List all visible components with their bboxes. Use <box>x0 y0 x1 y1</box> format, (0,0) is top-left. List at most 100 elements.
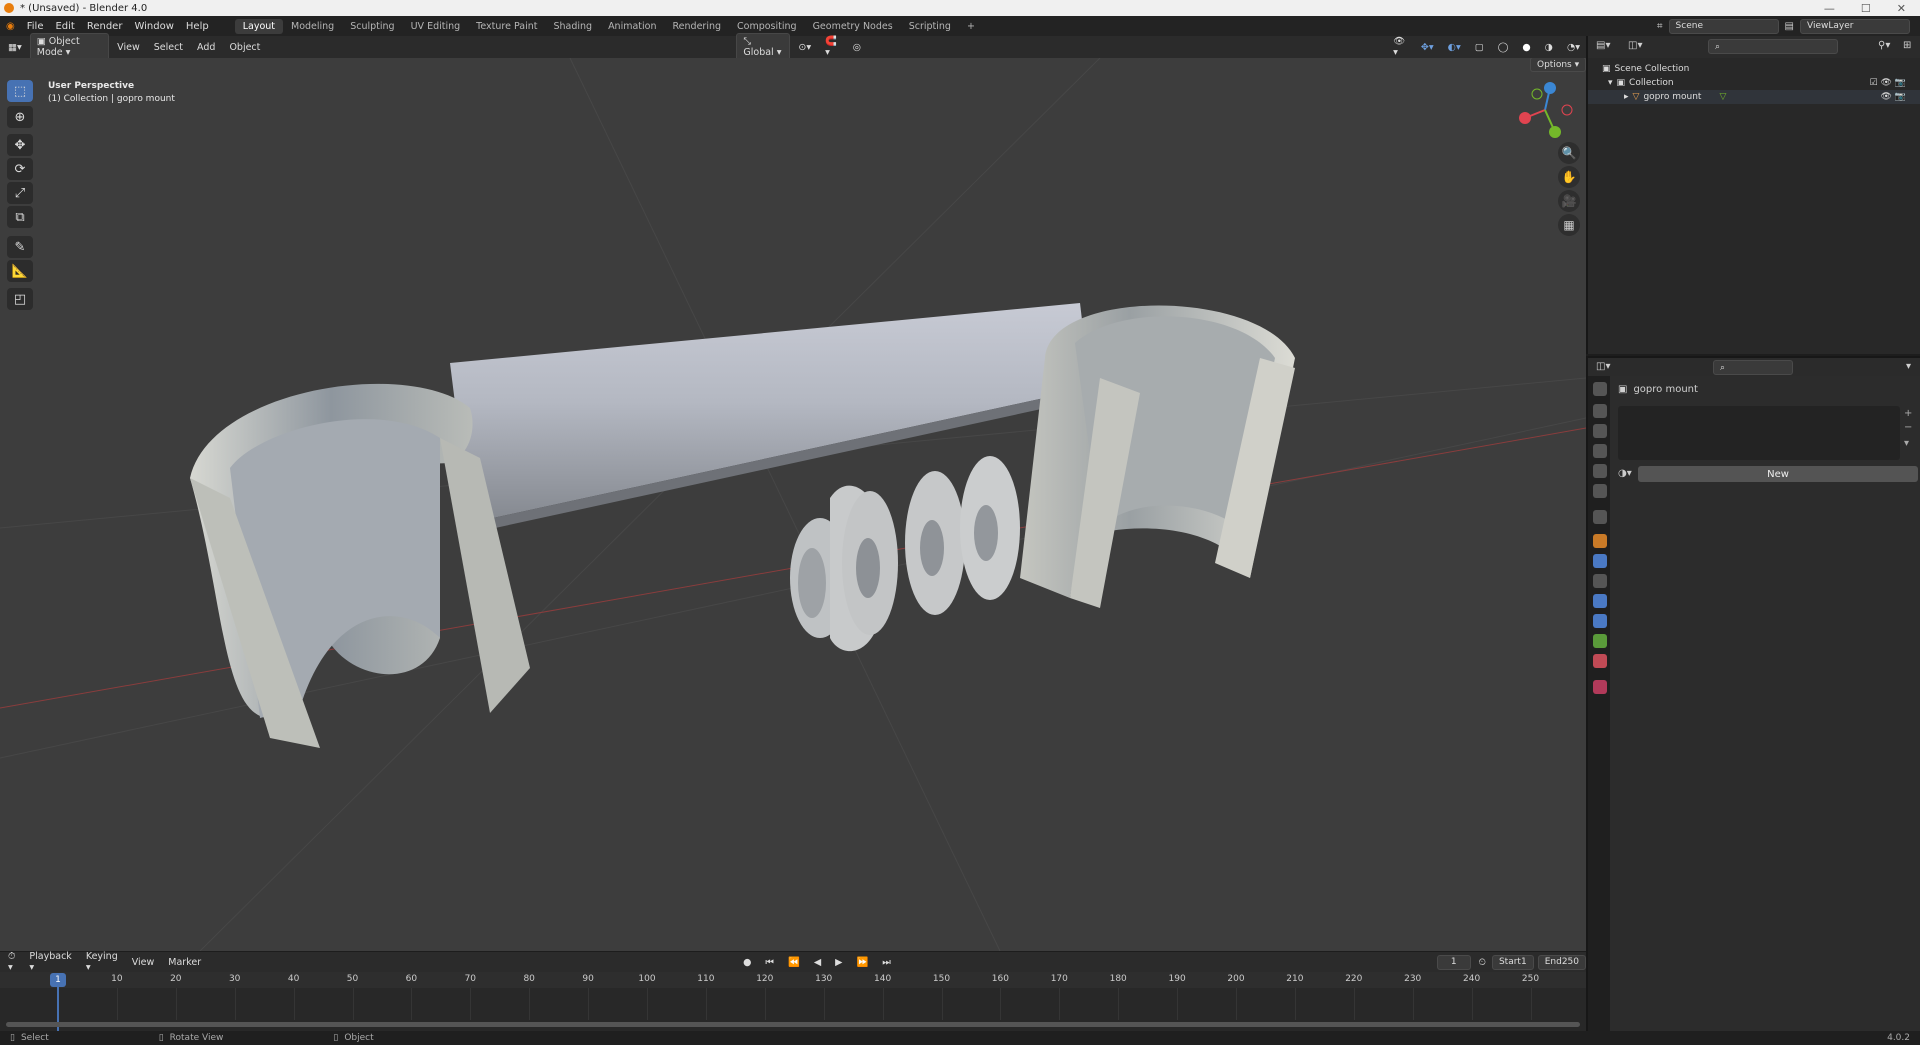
add-slot-icon[interactable]: + <box>1904 408 1912 419</box>
filter-icon[interactable]: ⚲▾ <box>1878 40 1890 51</box>
menu-view[interactable]: View <box>111 40 146 55</box>
tab-modeling[interactable]: Modeling <box>283 19 342 34</box>
menu-select[interactable]: Select <box>148 40 189 55</box>
data-tab-icon[interactable] <box>1593 634 1607 648</box>
mode-dropdown[interactable]: ▣ Object Mode ▾ <box>29 33 110 61</box>
minimize-icon[interactable]: — <box>1824 2 1835 15</box>
eye-icon[interactable]: 👁 <box>1880 92 1891 102</box>
move-tool-icon[interactable]: ✥ <box>7 134 33 156</box>
chevron-right-icon[interactable]: ▸ <box>1624 92 1629 102</box>
outliner-search-input[interactable]: ⌕ <box>1708 39 1838 54</box>
frame-ruler[interactable]: 10 20 30 40 50 60 70 80 90 100 110 120 130 140 150 160 1… <box>0 972 1586 988</box>
navigation-gizmo[interactable] <box>1515 80 1575 140</box>
tab-texture-paint[interactable]: Texture Paint <box>468 19 545 34</box>
scene-selector[interactable]: Scene <box>1668 18 1779 34</box>
menu-help[interactable]: Help <box>180 21 215 32</box>
output-tab-icon[interactable] <box>1593 424 1607 438</box>
measure-tool-icon[interactable]: 📐 <box>7 260 33 282</box>
pivot-icon[interactable]: ⊙▾ <box>792 40 817 55</box>
material-slots-list[interactable] <box>1618 406 1900 460</box>
clock-icon[interactable]: ⏲ <box>1473 955 1492 970</box>
tab-compositing[interactable]: Compositing <box>729 19 805 34</box>
snap-icon[interactable]: 🧲▾ <box>819 34 845 60</box>
play-reverse-icon[interactable]: ◀ <box>808 955 827 970</box>
add-workspace-icon[interactable]: + <box>959 19 983 34</box>
tool-tab-icon[interactable] <box>1593 382 1607 396</box>
cursor-tool-icon[interactable]: ⊕ <box>7 106 33 128</box>
camera-icon[interactable]: 🎥 <box>1558 190 1580 212</box>
3d-viewport[interactable]: User Perspective (1) Collection | gopro … <box>0 58 1586 951</box>
menu-marker[interactable]: Marker <box>162 955 207 970</box>
new-material-button[interactable]: New <box>1638 466 1918 482</box>
scale-tool-icon[interactable]: ⤢ <box>7 182 33 204</box>
tab-layout[interactable]: Layout <box>234 18 283 34</box>
collection-tab-icon[interactable] <box>1593 510 1607 524</box>
tab-shading[interactable]: Shading <box>545 19 600 34</box>
shading-material-icon[interactable]: ◑ <box>1539 40 1559 55</box>
start-frame-field[interactable]: Start 1 <box>1491 954 1534 970</box>
timeline-area[interactable]: 10 20 30 40 50 60 70 80 90 100 110 120 130 140 150 160 1… <box>0 972 1586 1031</box>
gizmo-icon[interactable]: ✥▾ <box>1415 40 1440 55</box>
new-collection-icon[interactable]: ⊞ <box>1903 40 1911 51</box>
tab-sculpting[interactable]: Sculpting <box>342 19 402 34</box>
outliner-row-scene-collection[interactable]: ▣ Scene Collection <box>1588 62 1920 76</box>
world-tab-icon[interactable] <box>1593 484 1607 498</box>
tab-animation[interactable]: Animation <box>600 19 664 34</box>
end-frame-field[interactable]: End 250 <box>1537 954 1586 970</box>
texture-tab-icon[interactable] <box>1593 680 1607 694</box>
shading-solid-icon[interactable]: ● <box>1516 40 1536 55</box>
properties-search-input[interactable]: ⌕ <box>1713 360 1793 375</box>
render-tab-icon[interactable] <box>1593 404 1607 418</box>
play-icon[interactable]: ▶ <box>829 955 848 970</box>
menu-timeline-view[interactable]: View <box>126 955 161 970</box>
viewlayer-selector[interactable]: ViewLayer <box>1800 18 1910 34</box>
shading-wireframe-icon[interactable]: ◯ <box>1492 40 1515 55</box>
select-tool-icon[interactable]: ⬚ <box>7 80 33 102</box>
jump-next-key-icon[interactable]: ⏩ <box>850 955 874 970</box>
options-dropdown[interactable]: Options ▾ <box>1530 58 1586 72</box>
material-browse-icon[interactable]: ◑▾ <box>1618 468 1632 479</box>
timeline-scrollbar[interactable] <box>6 1022 1580 1027</box>
playhead[interactable]: 1 <box>50 973 66 987</box>
tab-uv-editing[interactable]: UV Editing <box>403 19 469 34</box>
proportional-edit-icon[interactable]: ◎ <box>847 40 867 55</box>
chevron-down-icon[interactable]: ▾ <box>1904 438 1909 449</box>
camera-render-icon[interactable]: 📷 <box>1895 78 1906 88</box>
outliner-editor-icon[interactable]: ▤▾ <box>1596 40 1610 51</box>
display-mode-icon[interactable]: ◫▾ <box>1628 40 1642 51</box>
menu-edit[interactable]: Edit <box>49 21 80 32</box>
camera-render-icon[interactable]: 📷 <box>1895 92 1906 102</box>
menu-add[interactable]: Add <box>191 40 221 55</box>
auto-key-icon[interactable]: ● <box>737 955 757 970</box>
eye-icon[interactable]: 👁 <box>1880 78 1891 88</box>
menu-object[interactable]: Object <box>223 40 266 55</box>
scene-tab-icon[interactable] <box>1593 464 1607 478</box>
modifier-tab-icon[interactable] <box>1593 554 1607 568</box>
tab-rendering[interactable]: Rendering <box>665 19 730 34</box>
properties-editor-icon[interactable]: ◫▾ <box>1596 361 1610 372</box>
outliner-row-collection[interactable]: ▾ ▣ Collection ☑ 👁 📷 <box>1588 76 1920 90</box>
tab-scripting[interactable]: Scripting <box>901 19 959 34</box>
zoom-icon[interactable]: 🔍 <box>1558 142 1580 164</box>
physics-tab-icon[interactable] <box>1593 594 1607 608</box>
ortho-toggle-icon[interactable]: ▦ <box>1558 214 1580 236</box>
jump-end-icon[interactable]: ⏭ <box>876 955 897 970</box>
object-tab-icon[interactable] <box>1593 534 1607 548</box>
outliner-row-object[interactable]: ▸ ▽ gopro mount ▽ 👁 📷 <box>1588 90 1920 104</box>
jump-prev-key-icon[interactable]: ⏪ <box>782 955 806 970</box>
menu-window[interactable]: Window <box>128 21 179 32</box>
menu-render[interactable]: Render <box>81 21 129 32</box>
jump-start-icon[interactable]: ⏮ <box>759 955 780 970</box>
menu-file[interactable]: File <box>21 21 50 32</box>
chevron-down-icon[interactable]: ▾ <box>1608 78 1613 88</box>
overlay-icon[interactable]: ◐▾ <box>1442 40 1467 55</box>
maximize-icon[interactable]: ☐ <box>1861 2 1871 15</box>
blender-menu-icon[interactable]: ◉ <box>0 21 21 32</box>
shading-rendered-icon[interactable]: ◔▾ <box>1561 40 1586 55</box>
visibility-icon[interactable]: 👁▾ <box>1387 34 1413 60</box>
view-layer-tab-icon[interactable] <box>1593 444 1607 458</box>
orientation-dropdown[interactable]: ⤡ Global ▾ <box>736 33 791 61</box>
pan-icon[interactable]: ✋ <box>1558 166 1580 188</box>
remove-slot-icon[interactable]: − <box>1904 422 1912 433</box>
editor-type-icon[interactable]: ▦▾ <box>2 40 28 55</box>
